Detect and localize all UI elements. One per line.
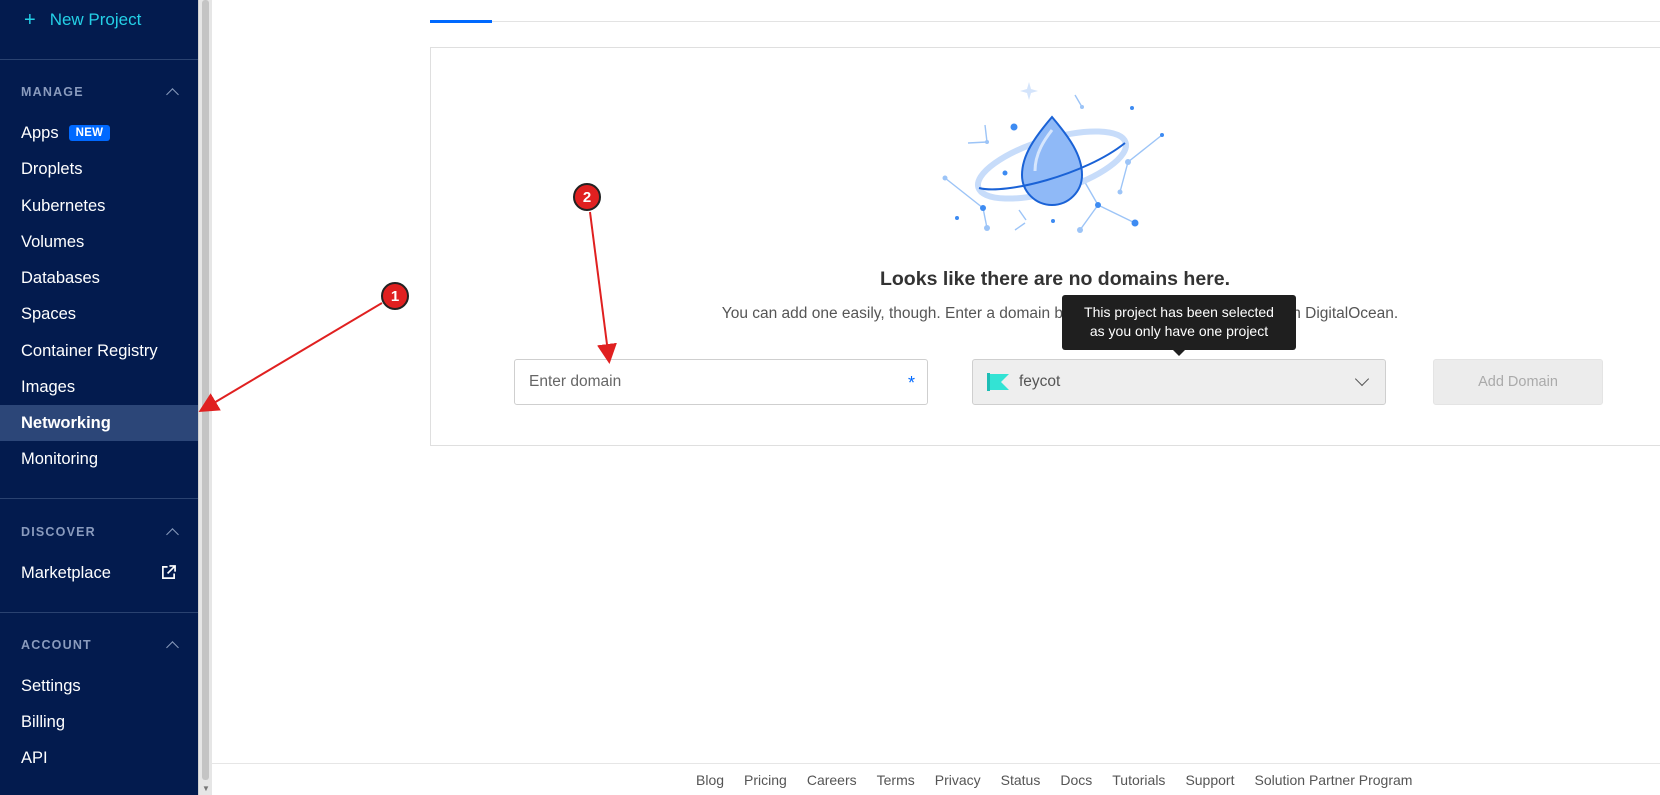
sidebar-item-spaces[interactable]: Spaces	[0, 296, 198, 332]
footer-link-tutorials[interactable]: Tutorials	[1112, 772, 1165, 788]
external-link-icon	[162, 565, 176, 579]
sidebar-item-kubernetes[interactable]: Kubernetes	[0, 188, 198, 224]
sidebar-item-label: Volumes	[21, 232, 85, 251]
section-discover-title: DISCOVER	[21, 525, 96, 539]
sidebar-divider	[0, 59, 198, 60]
scroll-down-arrow-icon[interactable]: ▼	[202, 785, 210, 793]
annotation-arrow-1	[198, 302, 383, 413]
new-badge: NEW	[68, 125, 111, 141]
domain-input-wrapper[interactable]: *	[514, 359, 928, 405]
domain-input[interactable]	[515, 360, 875, 404]
sidebar-item-billing[interactable]: Billing	[0, 704, 198, 740]
footer-link-blog[interactable]: Blog	[696, 772, 724, 788]
droplet-illustration-icon	[942, 82, 1164, 233]
project-select-value: feycot	[1019, 373, 1061, 390]
project-tooltip: This project has been selected as you on…	[1062, 295, 1296, 356]
sidebar-item-apps[interactable]: Apps NEW	[0, 115, 198, 151]
sidebar-item-label: API	[21, 748, 48, 767]
chevron-up-icon[interactable]	[166, 528, 179, 541]
scrollbar-thumb[interactable]	[202, 0, 209, 780]
sidebar-divider	[0, 612, 198, 613]
project-select[interactable]: feycot	[972, 359, 1386, 405]
tab-active-indicator	[430, 20, 492, 23]
footer-link-support[interactable]: Support	[1185, 772, 1234, 788]
section-account-header[interactable]: ACCOUNT	[21, 638, 181, 654]
sidebar-item-settings[interactable]: Settings	[0, 668, 198, 704]
sidebar-scrollbar[interactable]: ▼	[198, 0, 212, 795]
project-icon	[987, 373, 1009, 391]
empty-state-title: Looks like there are no domains here.	[879, 268, 1231, 290]
section-account-title: ACCOUNT	[21, 638, 92, 652]
footer-link-terms[interactable]: Terms	[877, 772, 915, 788]
sidebar-item-container-registry[interactable]: Container Registry	[0, 333, 198, 369]
footer: Blog Pricing Careers Terms Privacy Statu…	[212, 763, 1660, 795]
add-domain-button[interactable]: Add Domain	[1433, 359, 1603, 405]
sidebar: + New Project MANAGE Apps NEW Droplets K…	[0, 0, 198, 795]
sidebar-item-label: Images	[21, 377, 76, 396]
sidebar-item-api[interactable]: API	[0, 740, 198, 776]
required-star: *	[907, 373, 915, 393]
tooltip-line-2: as you only have one project	[1089, 323, 1269, 339]
footer-link-solution-partner[interactable]: Solution Partner Program	[1254, 772, 1412, 788]
sidebar-item-networking[interactable]: Networking	[0, 405, 198, 441]
section-discover-header[interactable]: DISCOVER	[21, 525, 181, 541]
sidebar-item-label: Spaces	[21, 304, 77, 323]
sidebar-item-images[interactable]: Images	[0, 369, 198, 405]
sidebar-divider	[0, 498, 198, 499]
sidebar-item-monitoring[interactable]: Monitoring	[0, 441, 198, 477]
section-manage-title: MANAGE	[21, 85, 84, 99]
new-project-button[interactable]: + New Project	[24, 6, 141, 34]
sidebar-item-label: Container Registry	[21, 341, 158, 360]
sidebar-item-label: Marketplace	[21, 563, 111, 582]
plus-icon: +	[24, 9, 36, 31]
tabs-divider	[430, 21, 1660, 22]
sidebar-item-label: Apps	[21, 123, 59, 142]
footer-link-pricing[interactable]: Pricing	[744, 772, 787, 788]
annotation-marker-1: 1	[381, 282, 409, 310]
new-project-label: New Project	[49, 10, 142, 29]
footer-link-docs[interactable]: Docs	[1060, 772, 1092, 788]
annotation-marker-2: 2	[573, 183, 601, 211]
sidebar-item-droplets[interactable]: Droplets	[0, 151, 198, 187]
sidebar-item-label: Kubernetes	[21, 196, 106, 215]
sidebar-item-label: Monitoring	[21, 449, 99, 468]
sidebar-item-label: Settings	[21, 676, 81, 695]
sidebar-item-volumes[interactable]: Volumes	[0, 224, 198, 260]
empty-state-subtitle: You can add one easily, though. Enter a …	[721, 305, 1399, 322]
chevron-up-icon[interactable]	[166, 641, 179, 654]
sidebar-item-label: Databases	[21, 268, 100, 287]
chevron-up-icon[interactable]	[166, 88, 179, 101]
sidebar-item-label: Droplets	[21, 159, 83, 178]
footer-links: Blog Pricing Careers Terms Privacy Statu…	[696, 772, 1412, 788]
sidebar-item-label: Billing	[21, 712, 66, 731]
footer-link-privacy[interactable]: Privacy	[935, 772, 981, 788]
sidebar-item-label: Networking	[21, 413, 111, 432]
section-manage-header[interactable]: MANAGE	[21, 85, 181, 101]
footer-link-status[interactable]: Status	[1001, 772, 1041, 788]
sidebar-item-databases[interactable]: Databases	[0, 260, 198, 296]
chevron-down-icon	[1354, 371, 1370, 387]
tooltip-line-1: This project has been selected	[1084, 304, 1274, 320]
footer-link-careers[interactable]: Careers	[807, 772, 857, 788]
sidebar-item-marketplace[interactable]: Marketplace	[0, 555, 198, 591]
